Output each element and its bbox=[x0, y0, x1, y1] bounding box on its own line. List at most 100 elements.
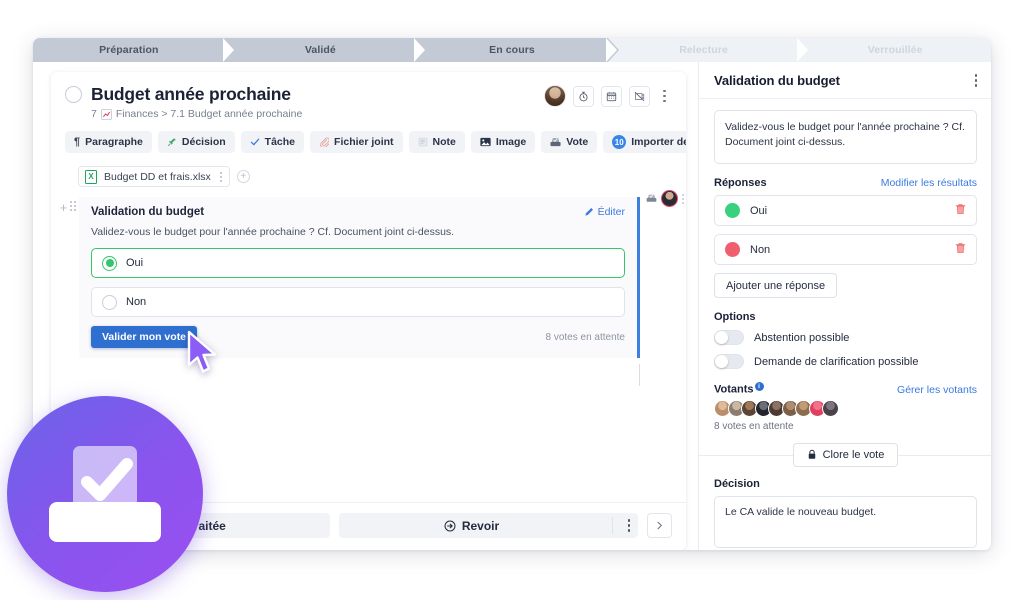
add-answer-button[interactable]: Ajouter une réponse bbox=[714, 273, 838, 298]
step-valide[interactable]: Validé bbox=[224, 38, 428, 62]
insert-toolbar: ¶ Paragraphe Décision Tâche Fichier join… bbox=[51, 129, 686, 153]
step-relecture[interactable]: Relecture bbox=[607, 38, 811, 62]
step-label: Relecture bbox=[679, 44, 728, 56]
attachment-menu-icon[interactable] bbox=[219, 171, 222, 182]
toolbar-item-decision[interactable]: Décision bbox=[157, 131, 235, 153]
vote-feature-badge bbox=[7, 396, 203, 592]
answer-label: Non bbox=[750, 243, 771, 256]
editor-caret-area bbox=[51, 358, 686, 392]
toolbar-item-image[interactable]: Image bbox=[470, 131, 536, 153]
document-actions bbox=[544, 84, 672, 107]
avatar[interactable] bbox=[822, 399, 839, 417]
voters-section-header: Votants i Gérer les votants bbox=[714, 382, 977, 396]
voters-title: Votants i bbox=[714, 382, 897, 396]
vote-author-avatar[interactable] bbox=[661, 190, 678, 207]
toolbar-item-fichier-joint[interactable]: Fichier joint bbox=[310, 131, 403, 153]
page-title: Budget année prochaine bbox=[91, 84, 291, 104]
voters-avatars bbox=[714, 399, 977, 417]
toolbar-item-vote[interactable]: Vote bbox=[541, 131, 598, 153]
vote-card-side bbox=[640, 187, 686, 207]
app-root: Préparation Validé En cours Relecture Ve… bbox=[0, 0, 1024, 600]
toolbar-item-paragraphe[interactable]: ¶ Paragraphe bbox=[65, 131, 152, 153]
note-icon bbox=[418, 137, 427, 147]
user-avatar[interactable] bbox=[544, 85, 566, 107]
status-circle-icon[interactable] bbox=[65, 86, 82, 103]
drag-handle-icon[interactable] bbox=[70, 201, 77, 211]
answers-section-header: Réponses Modifier les résultats bbox=[714, 177, 977, 189]
vote-block: + Validation du budget Éditer Validez-vo… bbox=[51, 187, 686, 358]
pilcrow-icon: ¶ bbox=[74, 135, 81, 148]
no-meeting-icon[interactable] bbox=[629, 85, 650, 107]
add-block-icon[interactable]: + bbox=[60, 201, 68, 214]
step-label: Validé bbox=[304, 44, 336, 56]
arrow-circle-icon bbox=[444, 520, 456, 531]
plus-circle-icon[interactable]: + bbox=[236, 170, 250, 183]
panel-question-field[interactable]: Validez-vous le budget pour l'année proc… bbox=[714, 110, 977, 164]
toolbar-item-importer-taches[interactable]: 10 Importer des tâches bbox=[603, 131, 686, 153]
decision-field[interactable]: Le CA valide le nouveau budget. bbox=[714, 495, 977, 548]
pushpin-icon bbox=[167, 138, 176, 147]
manage-voters-link[interactable]: Gérer les votants bbox=[897, 384, 977, 396]
step-arrow-icon bbox=[797, 38, 811, 62]
vote-option-label: Non bbox=[126, 296, 147, 308]
panel-title: Validation du budget bbox=[714, 73, 840, 88]
panel-body: Validez-vous le budget pour l'année proc… bbox=[699, 99, 991, 550]
close-vote-button[interactable]: Clore le vote bbox=[792, 442, 899, 467]
calendar-icon[interactable] bbox=[601, 85, 622, 107]
answer-row-non[interactable]: Non bbox=[714, 234, 977, 265]
button-divider bbox=[612, 517, 613, 534]
info-icon[interactable]: i bbox=[754, 382, 764, 391]
option-clarification[interactable]: Demande de clarification possible bbox=[714, 354, 977, 369]
clarification-toggle[interactable] bbox=[714, 354, 744, 369]
vote-option-label: Oui bbox=[126, 257, 144, 269]
block-handles: + bbox=[57, 197, 79, 358]
title-text-group: Budget année prochaine 7 Finances > 7.1 … bbox=[91, 84, 302, 121]
attachment-chip[interactable]: X Budget DD et frais.xlsx bbox=[78, 166, 230, 187]
decision-title: Décision bbox=[714, 477, 760, 490]
vote-option-oui[interactable]: Oui bbox=[91, 248, 625, 278]
radio-unselected-icon bbox=[102, 294, 117, 310]
option-abstention[interactable]: Abstention possible bbox=[714, 330, 977, 345]
step-en-cours[interactable]: En cours bbox=[416, 38, 619, 62]
vote-menu-icon[interactable] bbox=[682, 190, 684, 204]
submit-vote-button[interactable]: Valider mon vote bbox=[91, 326, 198, 348]
option-label: Abstention possible bbox=[754, 331, 850, 344]
trash-icon[interactable] bbox=[955, 242, 966, 257]
vote-option-non[interactable]: Non bbox=[91, 287, 625, 317]
revoir-button[interactable]: Revoir bbox=[339, 513, 638, 538]
revoir-menu-icon[interactable] bbox=[627, 519, 630, 532]
lock-icon bbox=[808, 449, 815, 459]
step-label: Préparation bbox=[99, 44, 159, 56]
edit-button[interactable]: Éditer bbox=[584, 206, 625, 218]
toolbar-label: Note bbox=[432, 136, 456, 148]
ballot-box-icon[interactable] bbox=[646, 193, 657, 204]
answer-label: Oui bbox=[750, 204, 768, 217]
image-icon bbox=[480, 137, 491, 147]
document-menu-icon[interactable] bbox=[657, 86, 672, 107]
toolbar-item-note[interactable]: Note bbox=[408, 131, 465, 153]
next-button[interactable] bbox=[647, 513, 672, 538]
option-label: Demande de clarification possible bbox=[754, 355, 919, 368]
step-verrouillee[interactable]: Verrouillée bbox=[799, 38, 991, 62]
abstention-toggle[interactable] bbox=[714, 330, 744, 345]
check-icon bbox=[250, 138, 259, 146]
breadcrumb-path[interactable]: Finances > 7.1 Budget année prochaine bbox=[116, 107, 303, 121]
vote-title: Validation du budget bbox=[91, 206, 205, 218]
answers-title: Réponses bbox=[714, 177, 767, 189]
breadcrumb-number: 7 bbox=[91, 108, 97, 120]
panel-menu-icon[interactable] bbox=[974, 74, 977, 87]
vote-question: Validez-vous le budget pour l'année proc… bbox=[91, 226, 455, 238]
toolbar-item-tache[interactable]: Tâche bbox=[240, 131, 305, 153]
excel-file-icon: X bbox=[85, 169, 97, 184]
toolbar-label: Fichier joint bbox=[334, 136, 394, 148]
stopwatch-icon[interactable] bbox=[573, 85, 594, 107]
revoir-label: Revoir bbox=[461, 518, 500, 533]
ballot-box-icon bbox=[550, 138, 561, 147]
trash-icon[interactable] bbox=[955, 203, 966, 218]
toolbar-label: Vote bbox=[566, 136, 589, 148]
answer-row-oui[interactable]: Oui bbox=[714, 195, 977, 226]
close-vote-row: Clore le vote bbox=[699, 442, 991, 467]
step-preparation[interactable]: Préparation bbox=[33, 38, 236, 62]
vote-card-header: Validation du budget Éditer bbox=[91, 206, 625, 218]
modify-results-link[interactable]: Modifier les résultats bbox=[881, 177, 977, 189]
